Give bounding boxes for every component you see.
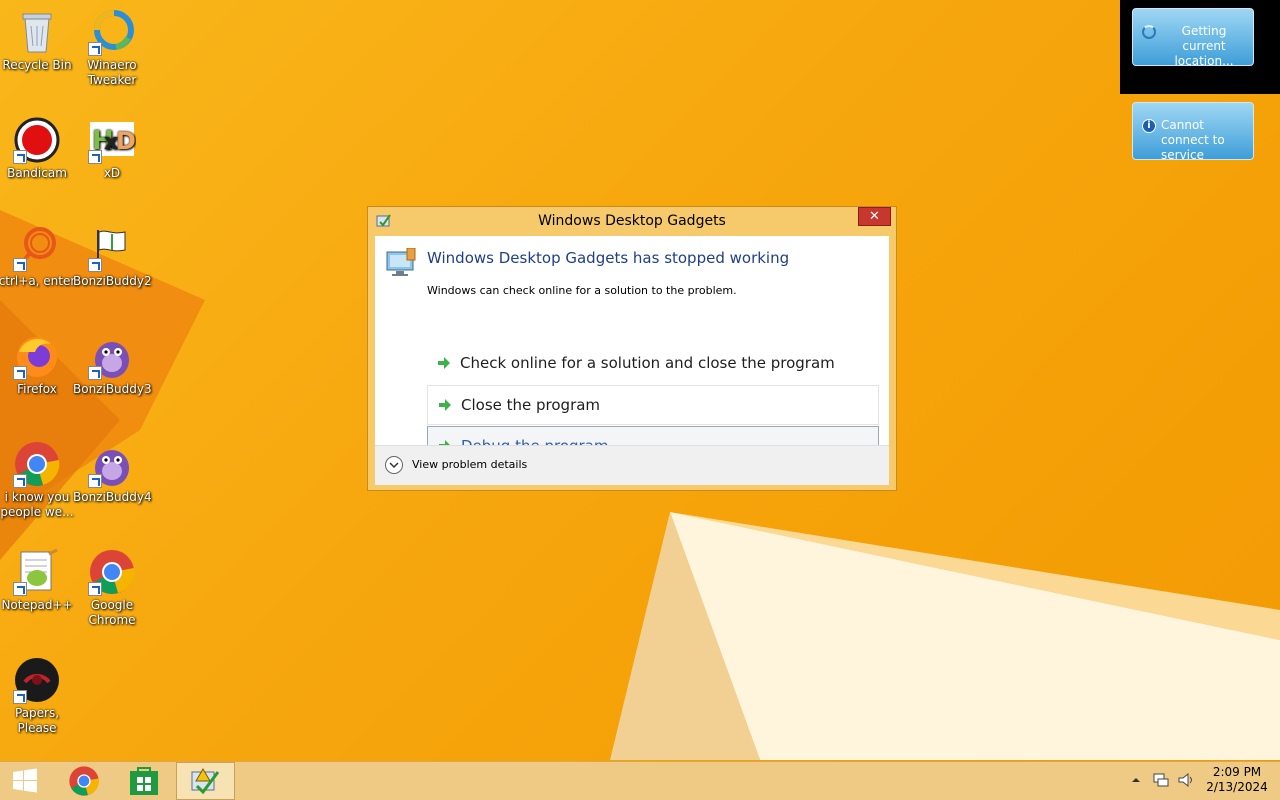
- check-online-option[interactable]: Check online for a solution and close th…: [427, 344, 879, 384]
- tray-clock[interactable]: 2:09 PM 2/13/2024: [1200, 765, 1274, 795]
- dialog-title: Windows Desktop Gadgets: [538, 213, 726, 229]
- desktop-icon-label: Firefox: [17, 382, 57, 396]
- desktop-icon-xd[interactable]: HxD xD: [73, 116, 151, 181]
- start-button[interactable]: [0, 762, 50, 800]
- shortcut-arrow-icon: [13, 366, 27, 380]
- dialog-footer: View problem details: [375, 445, 889, 485]
- green-arrow-icon: [439, 399, 451, 411]
- error-dialog: Windows Desktop Gadgets ✕ Windows Deskto…: [367, 206, 897, 491]
- shortcut-arrow-icon: [13, 582, 27, 596]
- desktop-icon-ctrl-a-enter[interactable]: ctrl+a, enter: [0, 224, 76, 289]
- shortcut-arrow-icon: [88, 366, 102, 380]
- desktop-icon-google-chrome[interactable]: Google Chrome: [73, 548, 151, 628]
- dialog-titlebar[interactable]: Windows Desktop Gadgets ✕: [368, 207, 896, 235]
- shortcut-arrow-icon: [13, 258, 27, 272]
- taskbar-error-reporting[interactable]: [176, 762, 235, 800]
- shortcut-arrow-icon: [88, 42, 102, 56]
- desktop-icon-i-know-you-people[interactable]: i know you people we...: [0, 440, 76, 520]
- desktop-icon-label: xD: [103, 166, 121, 180]
- shortcut-arrow-icon: [13, 150, 27, 164]
- store-icon: [130, 767, 158, 795]
- shortcut-arrow-icon: [13, 474, 27, 488]
- shortcut-arrow-icon: [88, 474, 102, 488]
- view-details-label: View problem details: [412, 458, 528, 471]
- close-button[interactable]: ✕: [858, 207, 891, 226]
- desktop-icon-label: Recycle Bin: [2, 58, 72, 72]
- desktop-icon-label: ctrl+a, enter: [0, 274, 76, 288]
- taskbar-chrome[interactable]: [56, 762, 112, 800]
- desktop-icon-label: BonziBuddy3: [73, 382, 152, 396]
- svg-text:D: D: [116, 127, 136, 155]
- dialog-content: Windows Desktop Gadgets has stopped work…: [375, 236, 889, 467]
- program-error-icon: [386, 248, 416, 276]
- recycle-bin-icon: [22, 13, 52, 53]
- volume-icon[interactable]: [1177, 771, 1195, 789]
- windows-start-icon: [13, 768, 37, 793]
- desktop-icon-bonzibuddy4[interactable]: BonziBuddy4: [73, 440, 152, 505]
- option-label: Close the program: [461, 396, 601, 414]
- desktop-icon-recycle-bin[interactable]: Recycle Bin: [0, 8, 76, 73]
- desktop-icon-firefox[interactable]: Firefox: [0, 332, 76, 397]
- chevron-down-icon: [385, 456, 403, 474]
- status-gadget-text: Cannot connect to service: [1161, 118, 1225, 162]
- green-arrow-icon: [438, 357, 450, 369]
- desktop-icon-label: Bandicam: [7, 166, 67, 180]
- taskbar-store[interactable]: [116, 762, 172, 800]
- desktop-icon-label: Papers, Please: [14, 706, 60, 735]
- clock-date: 2/13/2024: [1206, 780, 1268, 794]
- taskbar: 2:09 PM 2/13/2024: [0, 761, 1280, 800]
- dialog-heading: Windows Desktop Gadgets has stopped work…: [427, 249, 790, 267]
- weather-gadget-text: Getting current location...: [1174, 24, 1234, 68]
- error-reporting-icon: [191, 768, 220, 795]
- desktop-icon-label: Google Chrome: [88, 598, 136, 627]
- dialog-description: Windows can check online for a solution …: [427, 284, 737, 297]
- status-gadget[interactable]: i Cannot connect to service: [1132, 102, 1254, 162]
- weather-gadget[interactable]: Getting current location...: [1132, 8, 1254, 68]
- view-details-toggle[interactable]: View problem details: [375, 446, 535, 484]
- shortcut-arrow-icon: [88, 258, 102, 272]
- shortcut-arrow-icon: [88, 582, 102, 596]
- clock-time: 2:09 PM: [1212, 765, 1262, 779]
- desktop-icon-label: BonziBuddy4: [73, 490, 152, 504]
- desktop-icon-label: i know you people we...: [0, 490, 74, 519]
- close-icon: ✕: [869, 209, 880, 224]
- chrome-icon: [69, 766, 99, 796]
- desktop-icon-bandicam[interactable]: Bandicam: [0, 116, 76, 181]
- option-label: Check online for a solution and close th…: [460, 354, 835, 372]
- shortcut-arrow-icon: [88, 150, 102, 164]
- desktop-icon-bonzibuddy2[interactable]: BonziBuddy2: [73, 224, 152, 289]
- desktop-icon-label: Winaero Tweaker: [87, 58, 137, 87]
- desktop-icon-bonzibuddy3[interactable]: BonziBuddy3: [73, 332, 152, 397]
- desktop-icon-label: BonziBuddy2: [73, 274, 152, 288]
- close-program-option[interactable]: Close the program: [427, 385, 879, 425]
- loading-spinner-icon: [1142, 25, 1156, 39]
- desktop-icon-winaero-tweaker[interactable]: Winaero Tweaker: [73, 8, 151, 88]
- info-icon: i: [1142, 119, 1156, 133]
- network-icon[interactable]: [1152, 771, 1170, 789]
- desktop-icon-papers-please[interactable]: Papers, Please: [0, 656, 76, 736]
- desktop-icon-notepad-plus-plus[interactable]: Notepad++: [0, 548, 76, 613]
- shortcut-arrow-icon: [13, 690, 27, 704]
- desktop-icon-label: Notepad++: [1, 598, 73, 612]
- tray-chevron-icon[interactable]: [1130, 774, 1142, 786]
